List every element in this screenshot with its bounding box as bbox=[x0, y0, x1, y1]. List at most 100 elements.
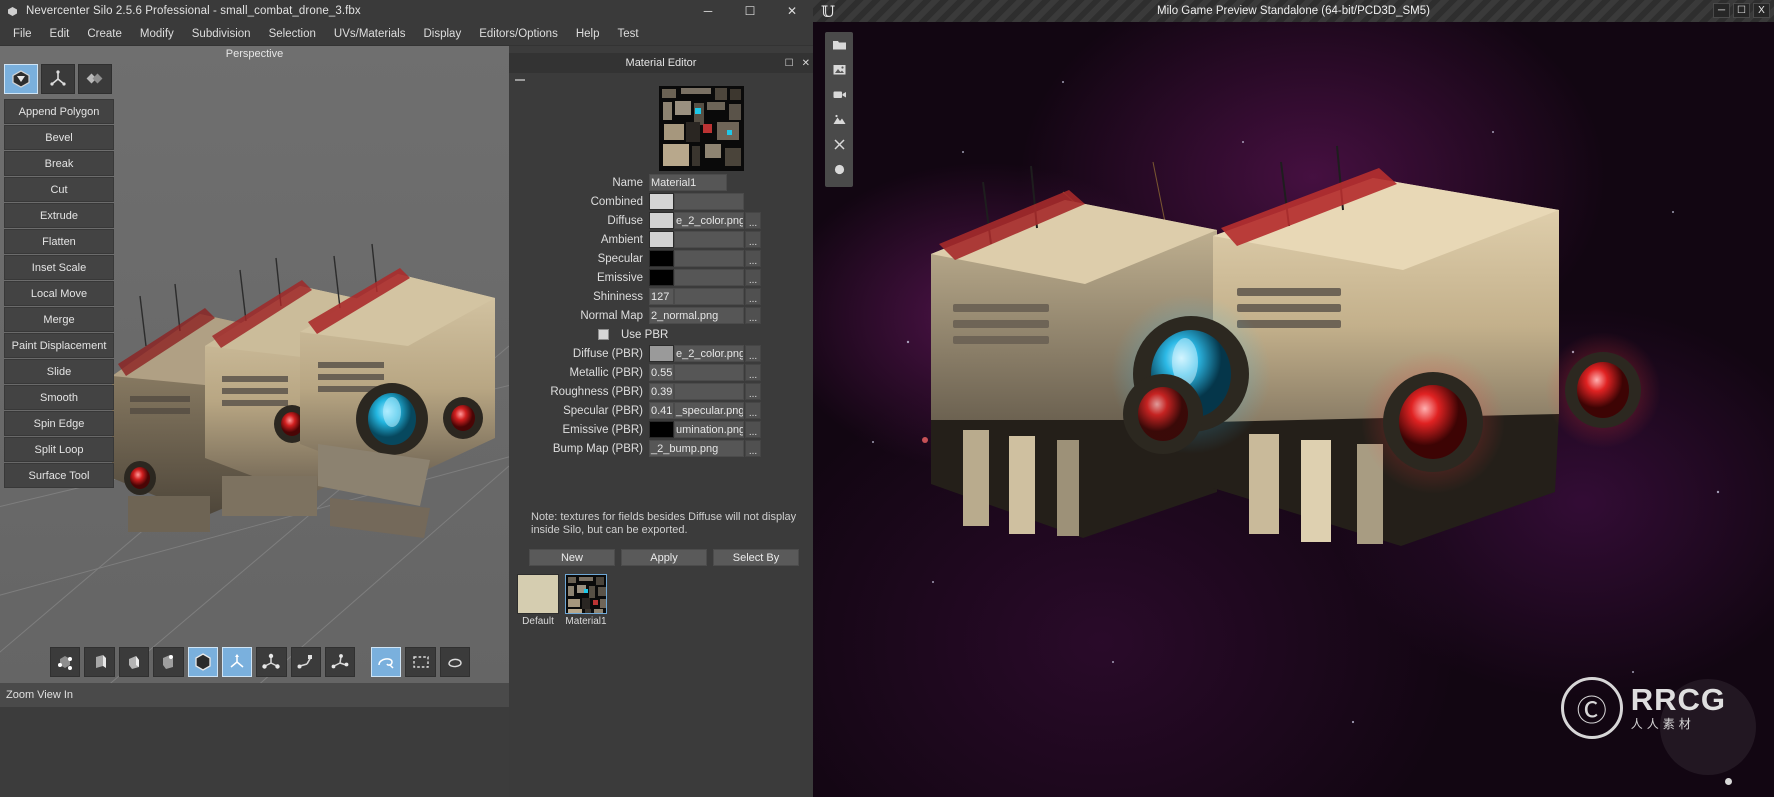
tool-button-append-polygon[interactable]: Append Polygon bbox=[4, 99, 114, 124]
rectangle-select-icon[interactable] bbox=[405, 647, 436, 677]
material-swatch-default[interactable]: Default bbox=[517, 574, 559, 627]
panel-maximize-button[interactable]: ☐ bbox=[785, 58, 794, 69]
unreal-game-viewport[interactable]: Ⓒ RRCG 人人素材 bbox=[813, 22, 1774, 797]
edge-select-icon[interactable] bbox=[84, 647, 115, 677]
material-button-select-by[interactable]: Select By bbox=[713, 549, 799, 566]
menu-item-help[interactable]: Help bbox=[567, 25, 609, 43]
browse-button-specular-pbr[interactable]: ... bbox=[745, 402, 761, 419]
whole-object-select-icon[interactable] bbox=[187, 647, 218, 677]
tool-button-break[interactable]: Break bbox=[4, 151, 114, 176]
tool-button-local-move[interactable]: Local Move bbox=[4, 281, 114, 306]
texture-path-diffuse[interactable]: e_2_color.png bbox=[674, 212, 744, 229]
menu-item-uvs-materials[interactable]: UVs/Materials bbox=[325, 25, 415, 43]
browse-button-specular[interactable]: ... bbox=[745, 250, 761, 267]
material-swatch-thumbnail-material1[interactable] bbox=[565, 574, 607, 614]
tool-button-cut[interactable]: Cut bbox=[4, 177, 114, 202]
move-tool-icon[interactable] bbox=[221, 647, 253, 677]
landscape-icon[interactable] bbox=[825, 107, 853, 132]
browse-button-ambient[interactable]: ... bbox=[745, 231, 761, 248]
tool-button-bevel[interactable]: Bevel bbox=[4, 125, 114, 150]
lasso-select-icon[interactable] bbox=[370, 647, 402, 677]
browse-button-emissive[interactable]: ... bbox=[745, 269, 761, 286]
color-swatch-ambient[interactable] bbox=[649, 231, 674, 248]
browse-button-bump-map-pbr[interactable]: ... bbox=[745, 440, 761, 457]
menu-item-edit[interactable]: Edit bbox=[41, 25, 79, 43]
texture-path-bump-map-pbr[interactable]: _2_bump.png bbox=[649, 440, 744, 457]
texture-path-diffuse-pbr[interactable]: e_2_color.png bbox=[674, 345, 744, 362]
texture-path-combined[interactable] bbox=[674, 193, 744, 210]
color-swatch-emissive[interactable] bbox=[649, 269, 674, 286]
sphere-icon[interactable] bbox=[825, 157, 853, 182]
color-swatch-emissive-pbr[interactable] bbox=[649, 421, 674, 438]
texture-path-roughness-pbr[interactable] bbox=[674, 383, 744, 400]
texture-path-specular-pbr[interactable]: _specular.png bbox=[674, 402, 744, 419]
menu-item-modify[interactable]: Modify bbox=[131, 25, 183, 43]
menu-item-create[interactable]: Create bbox=[78, 25, 131, 43]
tool-button-split-loop[interactable]: Split Loop bbox=[4, 437, 114, 462]
texture-path-normal-map[interactable]: 2_normal.png bbox=[649, 307, 744, 324]
manipulator-mode-icon[interactable] bbox=[41, 64, 75, 94]
object-select-icon[interactable] bbox=[153, 647, 184, 677]
freeform-select-icon[interactable] bbox=[439, 647, 471, 677]
universal-tool-icon[interactable] bbox=[325, 647, 356, 677]
panel-close-button[interactable]: ✕ bbox=[802, 58, 810, 69]
browse-button-diffuse[interactable]: ... bbox=[745, 212, 761, 229]
menu-item-display[interactable]: Display bbox=[414, 25, 470, 43]
field-input-roughness-pbr[interactable]: 0.39 bbox=[649, 383, 674, 400]
texture-path-shininess[interactable] bbox=[674, 288, 744, 305]
maximize-button[interactable]: ☐ bbox=[729, 0, 771, 22]
field-input-specular-pbr[interactable]: 0.41 bbox=[649, 402, 674, 419]
tool-button-flatten[interactable]: Flatten bbox=[4, 229, 114, 254]
rotate-tool-icon[interactable] bbox=[290, 647, 321, 677]
texture-path-specular[interactable] bbox=[674, 250, 744, 267]
browse-button-roughness-pbr[interactable]: ... bbox=[745, 383, 761, 400]
material-swatch-thumbnail-default[interactable] bbox=[517, 574, 559, 614]
texture-path-metallic-pbr[interactable] bbox=[674, 364, 744, 381]
browse-button-metallic-pbr[interactable]: ... bbox=[745, 364, 761, 381]
tool-button-inset-scale[interactable]: Inset Scale bbox=[4, 255, 114, 280]
browse-button-emissive-pbr[interactable]: ... bbox=[745, 421, 761, 438]
tool-button-slide[interactable]: Slide bbox=[4, 359, 114, 384]
material-button-apply[interactable]: Apply bbox=[621, 549, 707, 566]
unreal-minimize-button[interactable]: ─ bbox=[1713, 3, 1730, 18]
browse-button-diffuse-pbr[interactable]: ... bbox=[745, 345, 761, 362]
field-input-shininess[interactable]: 127 bbox=[649, 288, 674, 305]
material-preview-thumbnail[interactable] bbox=[659, 86, 744, 171]
menu-item-selection[interactable]: Selection bbox=[260, 25, 325, 43]
scale-tool-icon[interactable] bbox=[256, 647, 287, 677]
material-button-new[interactable]: New bbox=[529, 549, 615, 566]
panel-collapse-handle[interactable] bbox=[515, 79, 525, 81]
color-swatch-diffuse[interactable] bbox=[649, 212, 674, 229]
tool-button-merge[interactable]: Merge bbox=[4, 307, 114, 332]
texture-path-ambient[interactable] bbox=[674, 231, 744, 248]
resize-icon[interactable] bbox=[825, 132, 853, 157]
tool-button-surface-tool[interactable]: Surface Tool bbox=[4, 463, 114, 488]
menu-item-editors-options[interactable]: Editors/Options bbox=[470, 25, 567, 43]
tool-button-paint-displacement[interactable]: Paint Displacement bbox=[4, 333, 114, 358]
color-swatch-diffuse-pbr[interactable] bbox=[649, 345, 674, 362]
color-swatch-combined[interactable] bbox=[649, 193, 674, 210]
folder-icon[interactable] bbox=[825, 32, 853, 57]
menu-item-file[interactable]: File bbox=[4, 25, 41, 43]
browse-button-normal-map[interactable]: ... bbox=[745, 307, 761, 324]
menu-item-subdivision[interactable]: Subdivision bbox=[183, 25, 260, 43]
video-camera-icon[interactable] bbox=[825, 82, 853, 107]
material-swatch-material1[interactable]: Material1 bbox=[565, 574, 607, 627]
minimize-button[interactable]: ─ bbox=[687, 0, 729, 22]
menu-item-test[interactable]: Test bbox=[608, 25, 647, 43]
texture-path-emissive[interactable] bbox=[674, 269, 744, 286]
tool-button-extrude[interactable]: Extrude bbox=[4, 203, 114, 228]
face-select-icon[interactable] bbox=[118, 647, 150, 677]
browse-button-shininess[interactable]: ... bbox=[745, 288, 761, 305]
tool-button-spin-edge[interactable]: Spin Edge bbox=[4, 411, 114, 436]
vertex-select-icon[interactable] bbox=[50, 647, 81, 677]
image-icon[interactable] bbox=[825, 57, 853, 82]
use-pbr-checkbox[interactable] bbox=[598, 329, 609, 340]
uv-mode-icon[interactable] bbox=[78, 64, 112, 94]
field-input-metallic-pbr[interactable]: 0.555 bbox=[649, 364, 674, 381]
tool-button-smooth[interactable]: Smooth bbox=[4, 385, 114, 410]
field-input-name[interactable]: Material1 bbox=[649, 174, 727, 191]
unreal-maximize-button[interactable]: ☐ bbox=[1733, 3, 1750, 18]
texture-path-emissive-pbr[interactable]: umination.png bbox=[674, 421, 744, 438]
close-button[interactable]: ✕ bbox=[771, 0, 813, 22]
